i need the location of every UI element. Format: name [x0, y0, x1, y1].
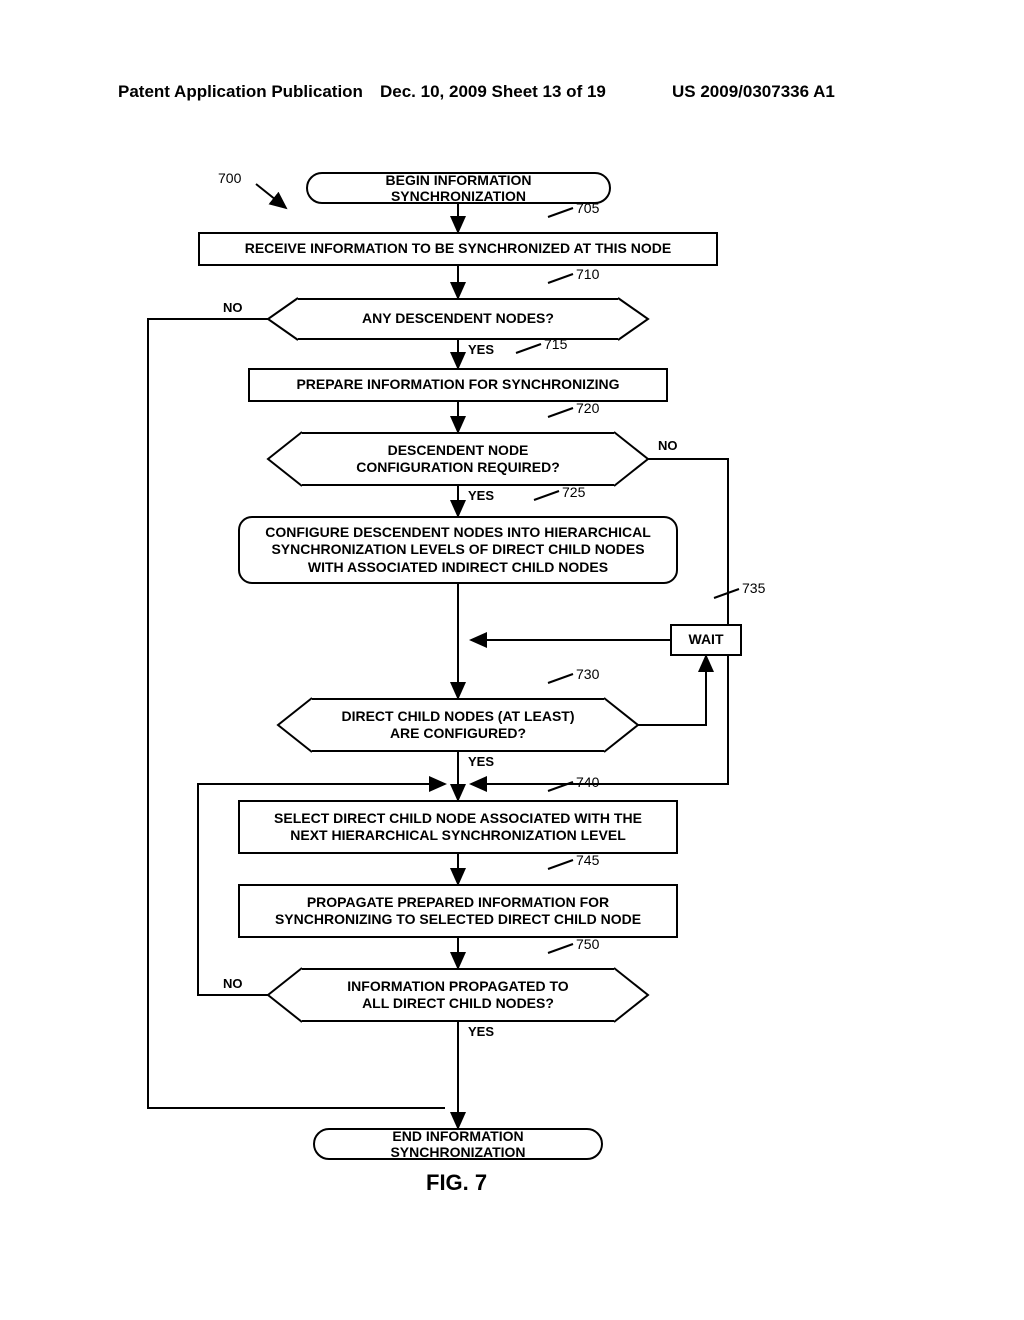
process-725-l3: WITH ASSOCIATED INDIRECT CHILD NODES — [308, 559, 608, 577]
process-740-l1: SELECT DIRECT CHILD NODE ASSOCIATED WITH… — [274, 810, 642, 828]
decision-750: INFORMATION PROPAGATED TO ALL DIRECT CHI… — [268, 968, 648, 1022]
process-725-l1: CONFIGURE DESCENDENT NODES INTO HIERARCH… — [265, 524, 651, 542]
figure-caption: FIG. 7 — [426, 1170, 487, 1196]
process-745-l1: PROPAGATE PREPARED INFORMATION FOR — [307, 894, 609, 912]
header-left: Patent Application Publication — [118, 82, 363, 102]
decision-710: ANY DESCENDENT NODES? — [268, 298, 648, 340]
flowchart: 700 BEGIN INFORMATION SYNCHRONIZATION RE… — [118, 160, 906, 1230]
header-mid: Dec. 10, 2009 Sheet 13 of 19 — [380, 82, 606, 102]
header-right: US 2009/0307336 A1 — [672, 82, 835, 102]
process-705: RECEIVE INFORMATION TO BE SYNCHRONIZED A… — [198, 232, 718, 266]
ref-725: 725 — [562, 484, 585, 500]
ref-710: 710 — [576, 266, 599, 282]
process-740-l2: NEXT HIERARCHICAL SYNCHRONIZATION LEVEL — [290, 827, 626, 845]
process-745: PROPAGATE PREPARED INFORMATION FOR SYNCH… — [238, 884, 678, 938]
decision-720: DESCENDENT NODE CONFIGURATION REQUIRED? — [268, 432, 648, 486]
label-no-720: NO — [658, 438, 678, 453]
process-725: CONFIGURE DESCENDENT NODES INTO HIERARCH… — [238, 516, 678, 584]
terminator-end: END INFORMATION SYNCHRONIZATION — [313, 1128, 603, 1160]
label-no-750: NO — [223, 976, 243, 991]
decision-730: DIRECT CHILD NODES (AT LEAST) ARE CONFIG… — [278, 698, 638, 752]
terminator-start: BEGIN INFORMATION SYNCHRONIZATION — [306, 172, 611, 204]
ref-750: 750 — [576, 936, 599, 952]
ref-730: 730 — [576, 666, 599, 682]
ref-700: 700 — [218, 170, 241, 186]
process-745-l2: SYNCHRONIZING TO SELECTED DIRECT CHILD N… — [275, 911, 641, 929]
label-yes-710: YES — [468, 342, 494, 357]
ref-735: 735 — [742, 580, 765, 596]
process-740: SELECT DIRECT CHILD NODE ASSOCIATED WITH… — [238, 800, 678, 854]
ref-705: 705 — [576, 200, 599, 216]
ref-715: 715 — [544, 336, 567, 352]
process-715: PREPARE INFORMATION FOR SYNCHRONIZING — [248, 368, 668, 402]
label-yes-750: YES — [468, 1024, 494, 1039]
ref-740: 740 — [576, 774, 599, 790]
label-no-710: NO — [223, 300, 243, 315]
ref-745: 745 — [576, 852, 599, 868]
ref-720: 720 — [576, 400, 599, 416]
label-yes-720: YES — [468, 488, 494, 503]
process-725-l2: SYNCHRONIZATION LEVELS OF DIRECT CHILD N… — [271, 541, 644, 559]
label-yes-730: YES — [468, 754, 494, 769]
process-735: WAIT — [670, 624, 742, 656]
